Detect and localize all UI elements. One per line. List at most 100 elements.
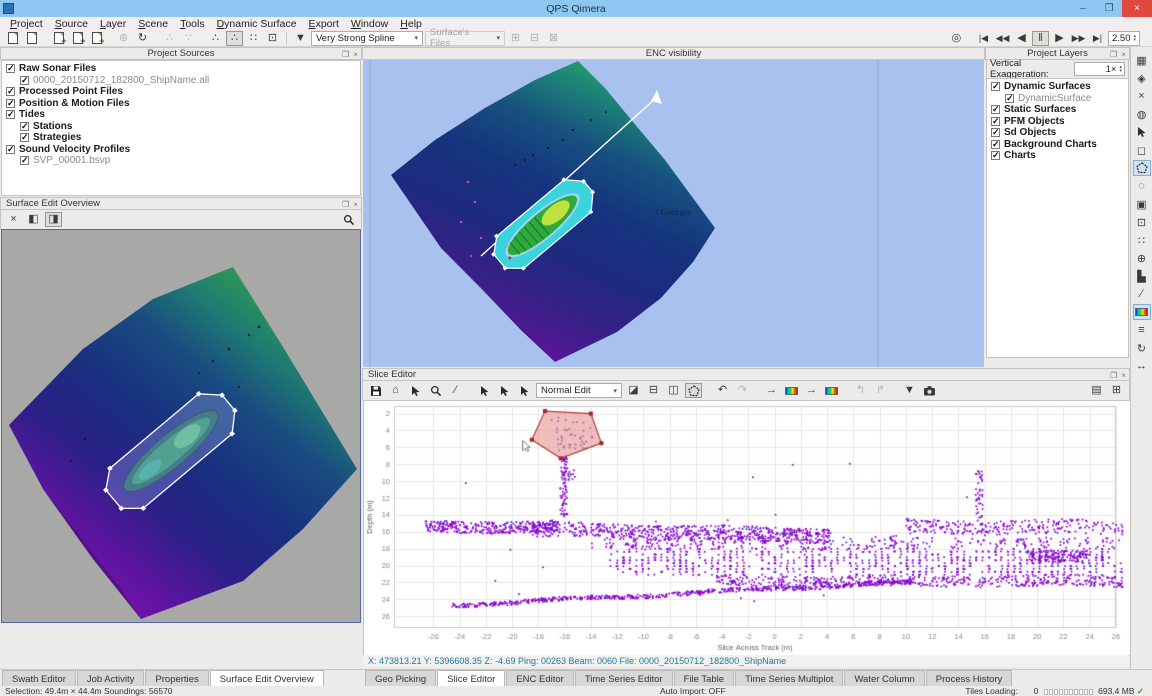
menu-layer[interactable]: Layer	[94, 18, 132, 30]
checkbox-charts[interactable]: ✓	[991, 151, 1000, 160]
previous-slice-button[interactable]: →	[763, 383, 780, 398]
report-view-button[interactable]: ▤	[1088, 383, 1105, 398]
detach-panel-button[interactable]: ⊞	[1108, 383, 1125, 398]
tree-label-position-motion-files[interactable]: Position & Motion Files	[19, 98, 130, 109]
tab-water-column[interactable]: Water Column	[844, 670, 924, 687]
tree-label-raw-sonar-files[interactable]: Raw Sonar Files	[19, 63, 96, 74]
color-map-button[interactable]	[1133, 304, 1151, 320]
tab-enc-editor[interactable]: ENC Editor	[506, 670, 574, 687]
close-panel-icon[interactable]: ×	[1121, 50, 1126, 59]
playback-speed-input[interactable]: 2.50▴▾	[1108, 31, 1140, 46]
view-mode-split-button[interactable]: ◨	[45, 212, 62, 227]
tab-geo-picking[interactable]: Geo Picking	[365, 670, 436, 687]
spinner-arrows-icon[interactable]: ▴▾	[1119, 65, 1122, 73]
profile-tool-button[interactable]: ▣	[1133, 196, 1151, 212]
play-button[interactable]: ▶	[1051, 31, 1068, 46]
zoom-extents-button[interactable]: ×	[1133, 88, 1151, 104]
checkbox-stations[interactable]: ✓	[20, 122, 29, 131]
eraser-tool-button[interactable]: ◪	[625, 383, 642, 398]
open-project-button[interactable]	[4, 31, 21, 46]
tree-label-sound-velocity-profiles[interactable]: Sound Velocity Profiles	[19, 144, 130, 155]
snapshot-button[interactable]	[921, 383, 938, 398]
lasso-select-button[interactable]: ◌	[1133, 178, 1151, 194]
checkbox-dynamic-surfaces[interactable]: ✓	[991, 82, 1000, 91]
filter-box-button[interactable]: ⊡	[264, 31, 281, 46]
tab-properties[interactable]: Properties	[145, 670, 208, 687]
menu-dynamic-surface[interactable]: Dynamic Surface	[211, 18, 303, 30]
tree-label-strategies[interactable]: Strategies	[33, 132, 81, 143]
checkbox-dynamicsurface[interactable]: ✓	[1005, 94, 1014, 103]
playback-settings-button[interactable]: ◎	[948, 31, 965, 46]
layer-stack-button[interactable]: ≡	[1133, 322, 1151, 338]
tree-label-dynamic-surfaces[interactable]: Dynamic Surfaces	[1004, 81, 1091, 92]
edit-mode-select[interactable]: Normal Edit▾	[536, 383, 622, 398]
tree-label-charts[interactable]: Charts	[1004, 150, 1036, 161]
tree-label-processed-point-files[interactable]: Processed Point Files	[19, 86, 123, 97]
pause-button[interactable]: ‖	[1032, 31, 1049, 46]
zoom-tool-button[interactable]	[427, 383, 444, 398]
tab-surface-edit-overview[interactable]: Surface Edit Overview	[210, 670, 324, 687]
tree-label-sd-objects[interactable]: Sd Objects	[1004, 127, 1056, 138]
save-slice-button[interactable]	[367, 383, 384, 398]
zoom-extents-button[interactable]: ×	[5, 212, 22, 227]
checkbox-tides[interactable]: ✓	[6, 110, 15, 119]
close-panel-icon[interactable]: ×	[353, 50, 358, 59]
reject-rectangle-button[interactable]: ⊟	[645, 383, 662, 398]
checkbox-position-motion-files[interactable]: ✓	[6, 99, 15, 108]
maximize-button[interactable]: ❐	[1096, 0, 1122, 17]
scatter-tool-button[interactable]: ∷	[1133, 232, 1151, 248]
tab-slice-editor[interactable]: Slice Editor	[437, 670, 505, 687]
menu-export[interactable]: Export	[303, 18, 345, 30]
tree-label-background-charts[interactable]: Background Charts	[1004, 139, 1097, 150]
menu-tools[interactable]: Tools	[174, 18, 211, 30]
globe-view-button[interactable]: ⊕	[1133, 250, 1151, 266]
grid-view-button[interactable]: ▦	[1133, 52, 1151, 68]
view-mode-2d-button[interactable]: ◧	[25, 212, 42, 227]
select-cursor-button[interactable]	[407, 383, 424, 398]
zoom-selection-button[interactable]	[340, 212, 357, 227]
slice-plot-canvas[interactable]	[363, 400, 1131, 656]
step-back-button[interactable]: ◀	[1013, 31, 1030, 46]
tab-file-table[interactable]: File Table	[674, 670, 735, 687]
checkbox-sound-velocity-profiles[interactable]: ✓	[6, 145, 15, 154]
menu-help[interactable]: Help	[394, 18, 428, 30]
minimize-button[interactable]: –	[1070, 0, 1096, 17]
checkbox-pfm-objects[interactable]: ✓	[991, 117, 1000, 126]
menu-window[interactable]: Window	[345, 18, 394, 30]
checkbox-sd-objects[interactable]: ✓	[991, 128, 1000, 137]
checkbox-svp-00001-bsvp[interactable]: ✓	[20, 156, 29, 165]
checkbox-0000-20150712-182800-shipname-all[interactable]: ✓	[20, 76, 29, 85]
measure-tool-button[interactable]: ∕	[447, 383, 464, 398]
image-overlay-button[interactable]: ⊡	[1133, 214, 1151, 230]
checkbox-strategies[interactable]: ✓	[20, 133, 29, 142]
view-3d-button[interactable]: ◍	[1133, 106, 1151, 122]
edit-soundings-3d-button[interactable]: ∷	[245, 31, 262, 46]
next-slice-button[interactable]: →	[803, 383, 820, 398]
enc-map-viewport[interactable]: f Georgia	[363, 60, 984, 367]
home-view-button[interactable]: ⌂	[387, 383, 404, 398]
close-button[interactable]: ×	[1122, 0, 1152, 17]
tab-time-series-multiplot[interactable]: Time Series Multiplot	[735, 670, 843, 687]
vertical-exaggeration-input[interactable]: 1× ▴▾	[1074, 62, 1125, 76]
tree-label-static-surfaces[interactable]: Static Surfaces	[1004, 104, 1076, 115]
float-panel-icon[interactable]: ❐	[1110, 371, 1117, 380]
previous-slice-surface-button[interactable]	[783, 383, 800, 398]
add-ancillary-files-button[interactable]: +	[88, 31, 105, 46]
save-project-button[interactable]	[23, 31, 40, 46]
menu-scene[interactable]: Scene	[132, 18, 174, 30]
menu-source[interactable]: Source	[49, 18, 94, 30]
tree-label-stations[interactable]: Stations	[33, 121, 72, 132]
tab-job-activity[interactable]: Job Activity	[77, 670, 145, 687]
histogram-tool-button[interactable]: ▙	[1133, 268, 1151, 284]
tree-label-0000-20150712-182800-shipname-all[interactable]: 0000_20150712_182800_ShipName.all	[33, 75, 209, 86]
spline-strength-select[interactable]: Very Strong Spline▾	[311, 31, 423, 46]
checkbox-static-surfaces[interactable]: ✓	[991, 105, 1000, 114]
surface-edit-overview-viewport[interactable]	[1, 229, 361, 623]
edit-soundings-swath-button[interactable]: ∴	[207, 31, 224, 46]
float-panel-icon[interactable]: ❐	[342, 50, 349, 59]
next-slice-surface-button[interactable]	[823, 383, 840, 398]
pick-accept-cursor-button[interactable]	[476, 383, 493, 398]
pan-view-button[interactable]: ↔	[1133, 358, 1151, 374]
surfaces-view-button[interactable]: ◈	[1133, 70, 1151, 86]
rectangle-select-button[interactable]: ◻	[1133, 142, 1151, 158]
